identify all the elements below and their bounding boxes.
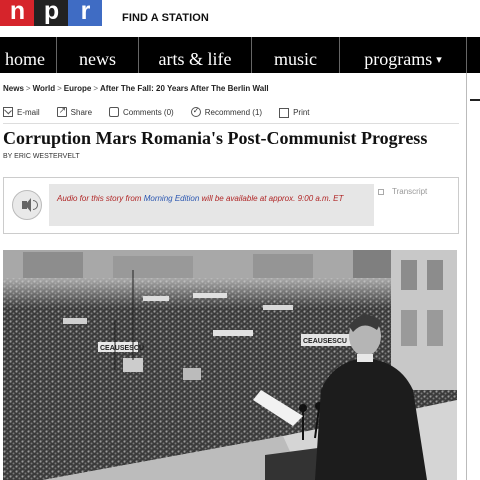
breadcrumb-series[interactable]: After The Fall: 20 Years After The Berli… [100,84,269,93]
breadcrumb-separator: > [25,84,31,93]
breadcrumb-separator: > [93,84,98,93]
npr-logo[interactable]: n p r [0,0,102,26]
top-bar: n p r FIND A STATION [0,0,480,36]
print-button[interactable]: Print [279,106,310,118]
share-label: Share [70,107,93,117]
nav-arts-life-label: arts & life [158,49,232,69]
morning-edition-link[interactable]: Morning Edition [144,194,200,203]
transcript-link[interactable]: Transcript [378,187,427,196]
comments-button[interactable]: Comments (0) [109,106,174,118]
nav-arts-life[interactable]: arts & life [139,37,252,73]
sidebar-divider [466,73,467,480]
logo-letter-r: r [68,0,102,26]
speaker-icon [22,198,31,212]
nav-news[interactable]: news [57,37,139,73]
article-headline: Corruption Mars Romania's Post-Communist… [3,128,428,148]
share-icon [56,105,67,117]
nav-programs[interactable]: programs ▾ [340,37,467,73]
transcript-icon [378,188,384,195]
sidebar-edge [467,73,480,99]
crowd-rally-photo: CEAUSESCU CEAUSESCU [3,250,457,480]
article-photo: CEAUSESCU CEAUSESCU [3,250,457,480]
breadcrumb-world[interactable]: World [33,84,56,93]
audio-availability-message: Audio for this story from Morning Editio… [49,184,374,226]
breadcrumb: News > World > Europe > After The Fall: 20 Yea… [3,84,269,93]
audio-play-button[interactable] [12,190,42,220]
mail-icon [3,107,13,117]
nav-home[interactable]: home [0,37,57,73]
comments-label: Comments (0) [123,107,174,117]
breadcrumb-news[interactable]: News [3,84,24,93]
logo-letter-p: p [34,0,68,26]
audio-msg-after: will be available at approx. 9:00 a.m. E… [199,194,344,203]
nav-music[interactable]: music [252,37,340,73]
nav-music-label: music [274,49,317,69]
email-button[interactable]: E-mail [3,106,40,118]
sidebar-rule [470,99,480,101]
sound-wave-icon [33,200,38,210]
chevron-down-icon: ▾ [436,54,442,66]
nav-programs-label: programs [364,49,433,69]
comment-icon [109,107,120,117]
print-icon [279,108,290,118]
article-byline[interactable]: by ERIC WESTERVELT [3,153,80,160]
ceausescu-banner-1: CEAUSESCU [100,345,144,352]
logo-letter-n: n [0,0,34,26]
share-button[interactable]: Share [56,105,93,118]
breadcrumb-europe[interactable]: Europe [64,84,92,93]
email-label: E-mail [17,107,40,117]
main-nav: home news arts & life music programs ▾ [0,37,480,73]
recommend-label: Recommend (1) [204,107,263,117]
check-icon [190,106,201,117]
nav-home-label: home [5,49,45,69]
audio-msg-before: Audio for this story from [57,194,144,203]
ceausescu-banner-2: CEAUSESCU [303,338,347,345]
breadcrumb-separator: > [57,84,62,93]
transcript-label: Transcript [392,187,428,196]
nav-news-label: news [79,49,116,69]
audio-player: Audio for this story from Morning Editio… [3,177,459,234]
recommend-button[interactable]: Recommend (1) [190,106,263,118]
divider [3,123,459,124]
find-a-station-link[interactable]: FIND A STATION [122,12,209,24]
print-label: Print [293,107,310,117]
nav-filler [467,37,480,73]
article-toolbar: E-mail Share Comments (0) Recommend (1) … [3,105,327,118]
